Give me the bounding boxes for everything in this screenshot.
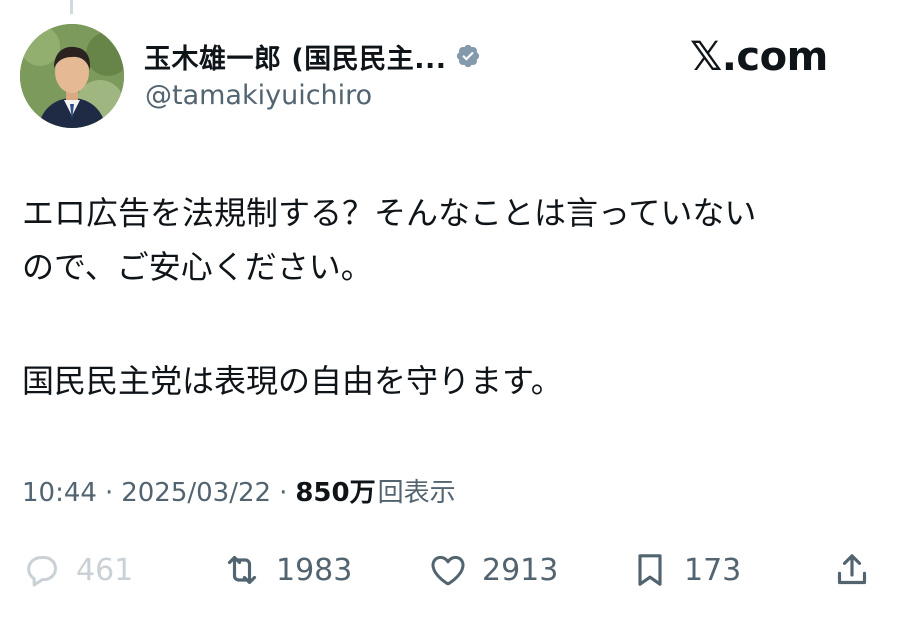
post-text-line-2: ので、ご安心ください。 [22, 248, 373, 286]
repost-button[interactable]: 1983 [222, 548, 352, 592]
repost-count: 1983 [276, 552, 353, 588]
bookmark-icon [638, 554, 662, 586]
meta-separator: · [279, 478, 288, 508]
action-bar: 461 1983 2913 173 [0, 540, 900, 600]
post-text-line-1: エロ広告を法規制する？そんなことは言っていない [22, 194, 757, 232]
author-handle[interactable]: @tamakiyuichiro [145, 80, 372, 111]
author-name-row[interactable]: 玉木雄一郎 (国民民主... [144, 36, 481, 76]
bookmark-count: 173 [684, 552, 742, 588]
reply-button[interactable]: 461 [22, 548, 133, 592]
post-meta: 10:44 · 2025/03/22 · 850万 回表示 [22, 472, 456, 509]
views-count: 850万 [295, 478, 376, 508]
avatar[interactable] [20, 24, 124, 128]
post-time[interactable]: 10:44 [22, 478, 97, 508]
post-text-line-3: 国民民主党は表現の自由を守ります。 [22, 362, 563, 400]
like-button[interactable]: 2913 [428, 548, 558, 592]
reply-icon [27, 556, 58, 587]
meta-separator: · [104, 478, 114, 508]
views-label: 回表示 [377, 478, 456, 508]
post-date[interactable]: 2025/03/22 [121, 478, 271, 508]
post-card: 玉木雄一郎 (国民民主... @tamakiyuichiro 𝕏.com エロ広… [0, 0, 900, 623]
verified-badge-icon [456, 44, 479, 68]
heart-icon [431, 555, 465, 586]
bookmark-button[interactable]: 173 [630, 548, 741, 592]
x-brand-logo: 𝕏.com [690, 34, 828, 80]
share-icon [837, 554, 867, 585]
share-button[interactable] [832, 548, 872, 592]
like-count: 2913 [482, 552, 559, 588]
thread-connector-line [70, 0, 73, 14]
repost-icon [227, 555, 257, 585]
reply-count: 461 [76, 552, 134, 588]
avatar-photo [20, 24, 124, 128]
display-name[interactable]: 玉木雄一郎 (国民民主... [144, 37, 447, 76]
